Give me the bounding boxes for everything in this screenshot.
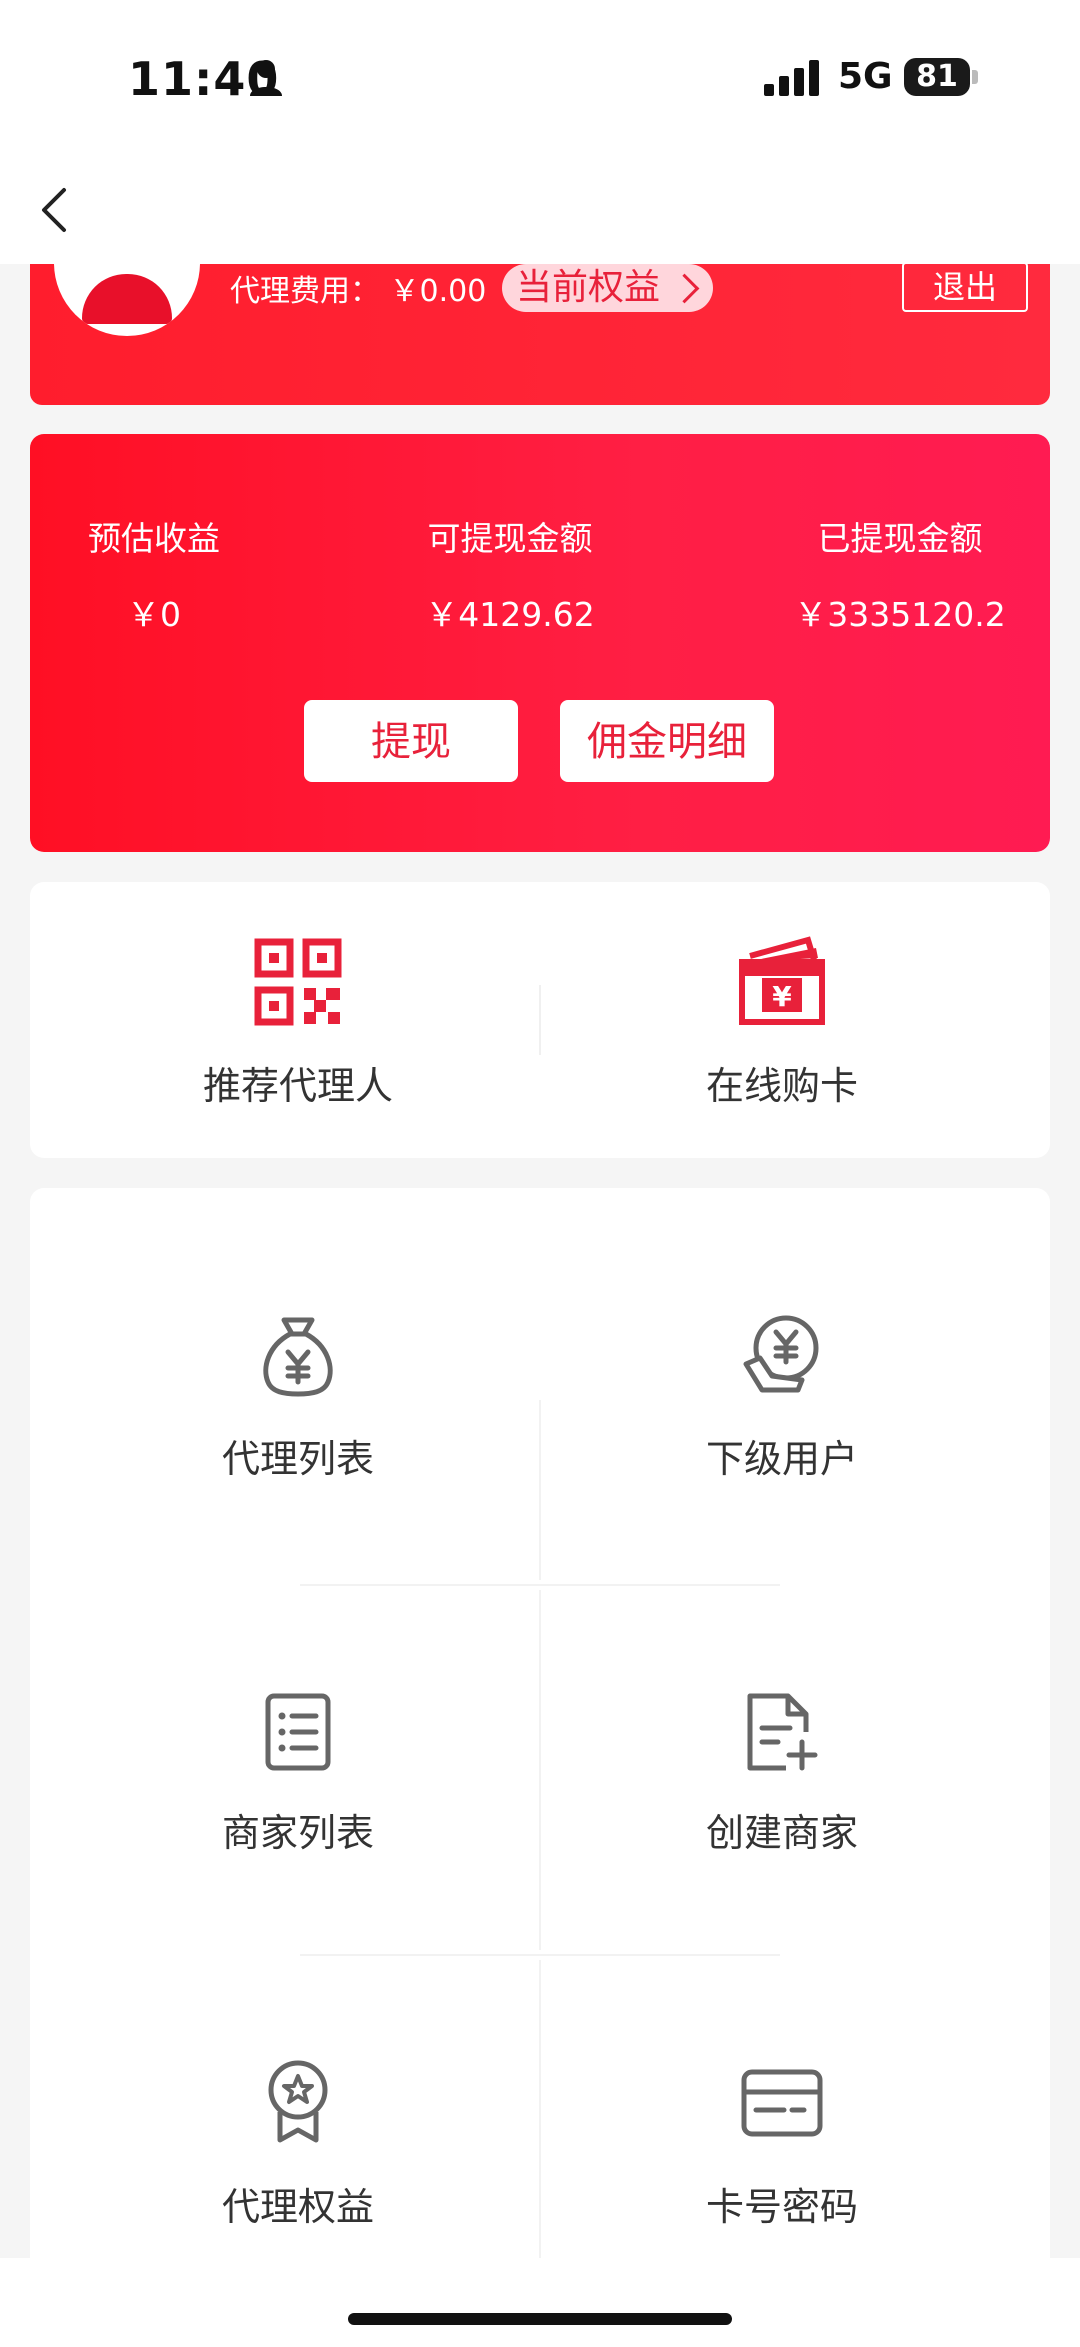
estimated-earnings-value: ￥0 <box>127 595 181 634</box>
merchant-list-button[interactable]: 商家列表 <box>98 1686 498 1866</box>
list-doc-icon <box>265 1693 331 1771</box>
svg-text:¥: ¥ <box>772 980 792 1013</box>
agent-rights-label: 代理权益 <box>221 2185 374 2229</box>
battery-icon: 81 <box>904 58 970 96</box>
agent-list-label: 代理列表 <box>221 1437 374 1481</box>
divider <box>300 1954 780 1956</box>
divider <box>539 1960 541 2260</box>
badge-star-icon <box>268 2060 328 2143</box>
back-arrow-icon[interactable] <box>36 186 76 234</box>
sub-users-button[interactable]: 下级用户 <box>582 1310 982 1490</box>
buy-card-online-label: 在线购卡 <box>705 1064 858 1108</box>
avatar-image <box>82 274 172 324</box>
home-indicator-area <box>0 2258 1080 2347</box>
merchant-list-label: 商家列表 <box>221 1811 374 1855</box>
card-icon <box>741 2069 823 2137</box>
recommend-agent-label: 推荐代理人 <box>202 1064 393 1108</box>
yuan-card-icon: ¥ <box>739 936 825 1025</box>
divider <box>300 1584 780 1586</box>
withdrawn-amount-value: ￥3335120.2 <box>794 595 1006 634</box>
current-rights-button[interactable]: 当前权益 <box>502 264 714 312</box>
chevron-right-icon <box>669 273 700 303</box>
yuan-hand-icon <box>743 1315 819 1393</box>
agent-fee-value: ￥0.00 <box>389 274 487 309</box>
qr-code-icon <box>254 938 342 1026</box>
create-merchant-button[interactable]: 创建商家 <box>582 1686 982 1866</box>
agent-rights-button[interactable]: 代理权益 <box>98 2058 498 2238</box>
agent-list-button[interactable]: 代理列表 <box>98 1310 498 1490</box>
withdrawable-amount-value: ￥4129.62 <box>425 595 595 634</box>
logout-button[interactable]: 退出 <box>902 262 1028 312</box>
divider <box>539 985 541 1055</box>
create-merchant-label: 创建商家 <box>705 1811 858 1855</box>
earnings-card <box>30 434 1050 852</box>
commission-detail-button[interactable]: 佣金明细 <box>560 700 774 782</box>
card-password-label: 卡号密码 <box>705 2185 858 2229</box>
current-rights-label: 当前权益 <box>516 267 661 308</box>
agent-fee-label: 代理费用： <box>230 274 380 309</box>
sub-users-label: 下级用户 <box>705 1437 858 1481</box>
divider <box>539 1400 541 1580</box>
recommend-agent-button[interactable]: 推荐代理人 <box>98 920 498 1120</box>
nav-bar <box>0 150 1080 264</box>
battery-tip <box>972 70 978 84</box>
withdraw-button[interactable]: 提现 <box>304 700 518 782</box>
card-password-button[interactable]: 卡号密码 <box>582 2058 982 2238</box>
money-bag-icon <box>263 1317 333 1397</box>
signal-icon <box>764 60 819 96</box>
divider <box>539 1590 541 1950</box>
estimated-earnings-label: 预估收益 <box>88 519 220 558</box>
person-icon <box>250 60 282 96</box>
home-indicator[interactable] <box>348 2313 732 2325</box>
network-type: 5G <box>838 56 893 97</box>
withdrawable-amount-label: 可提现金额 <box>427 519 593 558</box>
buy-card-online-button[interactable]: ¥ 在线购卡 <box>582 920 982 1120</box>
agent-fee: 代理费用： ￥0.00 <box>230 266 486 310</box>
withdrawn-amount-label: 已提现金额 <box>817 519 983 558</box>
doc-add-icon <box>747 1693 818 1771</box>
